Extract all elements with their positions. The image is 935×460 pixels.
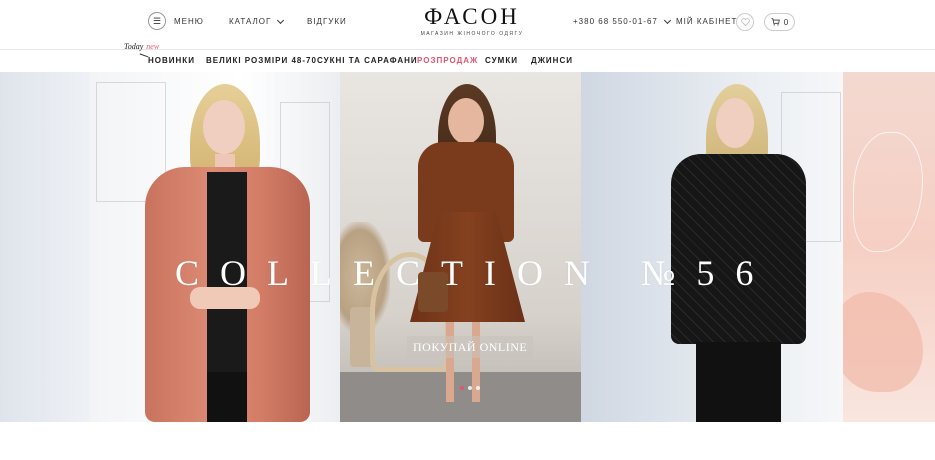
logo-text: ФАСОН — [424, 4, 520, 29]
hero-title: COLLECTION №56 — [175, 253, 775, 293]
phone-number: +380 68 550-01-67 — [573, 17, 658, 26]
nav-item-bags[interactable]: СУМКИ — [485, 56, 518, 65]
cart-button[interactable]: 0 — [764, 13, 795, 31]
chevron-down-icon — [277, 16, 285, 24]
nav-item-plus-size[interactable]: ВЕЛИКІ РОЗМІРИ 48-70 — [206, 56, 317, 65]
logo-subtitle: МАГАЗИН ЖІНОЧОГО ОДЯГУ — [420, 31, 524, 37]
slider-dot[interactable] — [476, 386, 480, 390]
hero-photo-dress — [340, 72, 581, 422]
cart-icon — [771, 18, 780, 26]
nav-item-jeans[interactable]: ДЖИНСИ — [531, 56, 573, 65]
catalog-dropdown[interactable]: КАТАЛОГ — [229, 16, 285, 26]
slider-dot[interactable] — [460, 386, 464, 390]
my-account-link[interactable]: МІЙ КАБІНЕТ — [676, 17, 737, 26]
hero-decor-panel — [843, 72, 935, 422]
phone-dropdown[interactable]: +380 68 550-01-67 — [573, 16, 671, 26]
slider-dot[interactable] — [468, 386, 472, 390]
site-logo[interactable]: ФАСОН МАГАЗИН ЖІНОЧОГО ОДЯГУ — [420, 4, 524, 37]
hero-background — [0, 72, 90, 422]
model-figure — [135, 72, 315, 422]
heart-icon — [740, 18, 750, 26]
slider-dots — [460, 386, 480, 390]
catalog-label: КАТАЛОГ — [229, 17, 272, 26]
hero-photo-blazer — [90, 72, 340, 422]
menu-label: МЕНЮ — [174, 16, 204, 26]
nav-item-dresses[interactable]: СУКНІ ТА САРАФАНИ — [317, 56, 418, 65]
reviews-link[interactable]: ВІДГУКИ — [307, 17, 347, 26]
nav-item-sale[interactable]: РОЗПРОДАЖ — [417, 56, 478, 65]
nav-item-new[interactable]: НОВИНКИ — [148, 56, 195, 65]
menu-button[interactable]: ☰ МЕНЮ — [148, 12, 204, 30]
cart-count: 0 — [783, 17, 789, 27]
chevron-down-icon — [663, 16, 671, 24]
hero-photo-jacket — [581, 72, 843, 422]
hamburger-icon: ☰ — [148, 12, 166, 30]
main-nav: НОВИНКИ ВЕЛИКІ РОЗМІРИ 48-70 СУКНІ ТА СА… — [0, 50, 935, 116]
hero-banner[interactable]: COLLECTION №56 ПОКУПАЙ ONLINE — [0, 72, 935, 422]
model-figure — [410, 72, 550, 422]
shop-online-button[interactable]: ПОКУПАЙ ONLINE — [407, 336, 534, 358]
wishlist-button[interactable] — [736, 13, 754, 31]
model-figure — [666, 72, 816, 422]
